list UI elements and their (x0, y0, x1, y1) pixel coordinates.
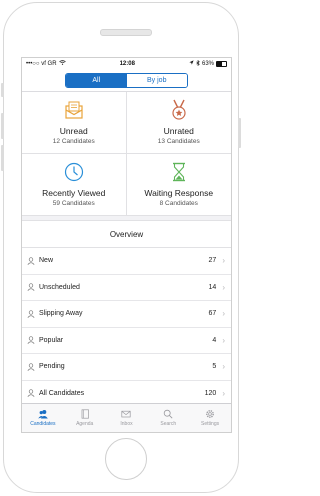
person-icon (27, 336, 35, 345)
bluetooth-icon (196, 59, 200, 68)
battery-percent: 63% (201, 60, 214, 67)
chevron-right-icon: › (222, 309, 225, 319)
tab-label: Agenda (76, 421, 94, 427)
list-item-popular[interactable]: Popular 4 › (22, 328, 231, 354)
people-icon (38, 410, 48, 419)
tab-label: Candidates (30, 421, 56, 427)
tile-subtitle: 8 Candidates (159, 200, 198, 207)
tile-title: Recently Viewed (42, 188, 106, 198)
list-item-pending[interactable]: Pending 5 › (22, 354, 231, 381)
tab-bar: Candidates Agenda Inbox Search Settings (22, 403, 231, 432)
list-item-count: 14 (208, 283, 217, 291)
tile-subtitle: 12 Candidates (52, 138, 95, 145)
list-item-new[interactable]: New 27 › (22, 248, 231, 275)
overview-list: New 27 › Unscheduled 14 › Slipping Away … (22, 248, 231, 407)
volume-down-button (1, 145, 4, 171)
filter-bar: All By job (22, 69, 231, 92)
wifi-icon (58, 60, 66, 67)
tab-label: Settings (201, 421, 220, 427)
tile-title: Unread (59, 126, 88, 136)
chevron-right-icon: › (222, 256, 225, 266)
clock-time: 12:08 (119, 60, 135, 67)
envelope-icon (65, 101, 83, 119)
chevron-right-icon: › (222, 388, 225, 398)
app-screen: •••○○ vf GR 12:08 63% All By job Unread … (21, 57, 232, 433)
person-icon (27, 363, 35, 371)
tab-settings[interactable]: Settings (189, 404, 231, 432)
segment-all[interactable]: All (66, 73, 127, 87)
tile-unrated[interactable]: Unrated 13 Candidates (126, 92, 231, 154)
tab-search[interactable]: Search (147, 404, 189, 432)
list-item-count: 67 (208, 310, 217, 318)
medal-icon (172, 99, 186, 120)
overview-header: Overview (22, 220, 231, 248)
list-item-label: Slipping Away (39, 310, 83, 318)
gear-icon (206, 410, 214, 418)
search-icon (164, 409, 173, 419)
list-item-count: 27 (208, 257, 217, 265)
chevron-right-icon: › (222, 335, 225, 345)
tab-label: Inbox (120, 421, 133, 427)
list-item-label: Pending (39, 363, 65, 371)
agenda-icon (81, 409, 89, 419)
tab-candidates[interactable]: Candidates (22, 404, 64, 432)
list-item-label: Popular (39, 336, 64, 344)
mute-switch (1, 83, 4, 97)
chevron-right-icon: › (222, 282, 225, 292)
list-item-slipping-away[interactable]: Slipping Away 67 › (22, 301, 231, 328)
list-item-count: 120 (204, 389, 217, 397)
mail-icon (121, 410, 132, 418)
volume-up-button (1, 113, 4, 139)
tab-inbox[interactable]: Inbox (106, 404, 148, 432)
hourglass-icon (172, 162, 185, 182)
list-item-count: 5 (212, 363, 217, 371)
person-icon (27, 257, 35, 265)
power-button (238, 118, 241, 148)
tile-recently-viewed[interactable]: Recently Viewed 59 Candidates (22, 154, 127, 216)
list-item-unscheduled[interactable]: Unscheduled 14 › (22, 275, 231, 301)
tile-waiting-response[interactable]: Waiting Response 8 Candidates (126, 154, 231, 216)
home-button[interactable] (105, 438, 147, 480)
person-icon (27, 310, 35, 318)
tile-title: Unrated (163, 126, 194, 136)
location-icon (189, 60, 194, 67)
clock-icon (64, 162, 83, 182)
status-bar: •••○○ vf GR 12:08 63% (22, 58, 231, 69)
tile-title: Waiting Response (144, 188, 214, 198)
tab-agenda[interactable]: Agenda (64, 404, 106, 432)
segment-by-job[interactable]: By job (126, 73, 187, 87)
summary-tiles: Unread 12 Candidates Unrated 13 Candidat… (22, 92, 231, 216)
list-item-label: New (39, 257, 54, 265)
carrier-label: •••○○ vf GR (26, 60, 57, 67)
person-icon (27, 389, 35, 398)
battery-icon (216, 60, 227, 67)
list-item-label: All Candidates (39, 389, 85, 397)
tile-unread[interactable]: Unread 12 Candidates (22, 92, 127, 154)
list-item-label: Unscheduled (39, 283, 80, 291)
phone-frame: •••○○ vf GR 12:08 63% All By job Unread … (1, 2, 241, 493)
tile-subtitle: 13 Candidates (157, 138, 200, 145)
tab-label: Search (160, 421, 177, 427)
speaker-grille (100, 29, 152, 36)
list-item-count: 4 (212, 336, 217, 344)
segmented-control: All By job (65, 72, 188, 88)
tile-subtitle: 59 Candidates (52, 200, 95, 207)
chevron-right-icon: › (222, 362, 225, 372)
person-icon (27, 283, 35, 292)
